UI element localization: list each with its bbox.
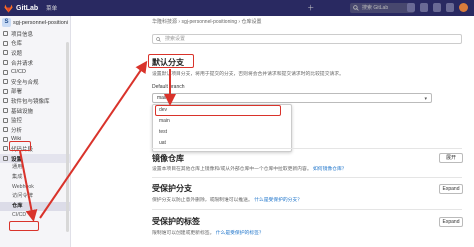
sidebar-item-label: 安全与合规 — [11, 79, 39, 86]
sidebar-item-monitor[interactable]: 监控 — [0, 115, 70, 125]
protected-branches-description: 保护分支以防止意外删除，或限制谁可以推送。 什么是受保护的分支？ — [152, 196, 302, 203]
sidebar-item-label: 议题 — [11, 50, 23, 57]
sidebar-item-infrastructure[interactable]: 基础设施 — [0, 106, 70, 116]
menu-button[interactable]: 菜单 — [46, 4, 57, 12]
branch-option-main[interactable]: main — [153, 116, 291, 127]
protected-tags-expand-button[interactable]: Expand — [439, 217, 463, 227]
help-icon[interactable] — [446, 3, 454, 12]
gitlab-logo[interactable]: GitLab — [4, 3, 39, 13]
sidebar-item-label: 项目信息 — [11, 31, 34, 38]
search-icon — [353, 5, 359, 11]
default-branch-select[interactable]: main ▾ — [152, 93, 432, 103]
sidebar-item-label: 软件包与镜像库 — [11, 98, 50, 105]
default-branch-title: 默认分支 — [152, 58, 184, 67]
merge-requests-icon[interactable] — [420, 3, 428, 12]
project-name: sgj-personnel-positioni — [13, 19, 68, 26]
sidebar-item-analytics[interactable]: 分析 — [0, 125, 70, 135]
rocket-icon — [3, 69, 8, 75]
issues-icon[interactable] — [407, 3, 415, 12]
section-divider — [152, 209, 462, 210]
default-branch-description: 设置默认项目分支，将用于提交的分支，否则将会合并请求和提交请求时的比较提交请求。 — [152, 72, 344, 77]
highlight-box-repository — [9, 221, 39, 231]
protected-branches-expand-button[interactable]: Expand — [439, 184, 463, 194]
cloud-icon — [3, 108, 8, 114]
sidebar-sub-webhooks[interactable]: Webhook — [0, 183, 70, 193]
plus-icon[interactable]: ＋ — [307, 3, 314, 13]
sidebar-sub-integrations[interactable]: 集成 — [0, 173, 70, 183]
repository-icon — [3, 40, 8, 46]
breadcrumb[interactable]: 华隆科技源 › sgj-personnel-positioning › 仓库设置 — [152, 18, 261, 25]
protected-tags-description-text: 限制谁可以创建或更新标签。 — [152, 231, 215, 236]
brand-name: GitLab — [16, 4, 39, 12]
sidebar-sub-repository[interactable]: 仓库 — [0, 201, 70, 212]
mirror-title: 镜像仓库 — [152, 154, 184, 163]
protected-tags-description: 限制谁可以创建或更新标签。 什么是受保护的标签？ — [152, 229, 264, 236]
sidebar-item-settings[interactable]: 设置 — [0, 153, 70, 164]
user-avatar[interactable] — [459, 3, 468, 12]
sidebar-item-project-info[interactable]: 项目信息 — [0, 29, 70, 39]
sidebar-item-packages[interactable]: 软件包与镜像库 — [0, 96, 70, 106]
protected-tags-title: 受保护的标签 — [152, 217, 200, 226]
sidebar-project-header[interactable]: S sgj-personnel-positioni — [0, 16, 70, 29]
sidebar-item-label: 设置 — [11, 156, 23, 163]
default-branch-label: Default branch — [152, 84, 185, 90]
protected-branches-title: 受保护分支 — [152, 184, 192, 193]
sidebar-item-label: 仓库 — [11, 41, 23, 48]
chart-icon — [3, 127, 8, 133]
sidebar-scrollbar[interactable] — [66, 42, 69, 232]
top-navbar: GitLab 菜单 ＋ 搜索 GitLab — [0, 0, 474, 16]
branch-dropdown-menu: dev main test uat — [152, 104, 292, 152]
merge-request-icon — [3, 60, 8, 66]
sidebar-item-label: CI/CD — [11, 69, 26, 76]
snippet-icon — [3, 146, 8, 152]
branch-option-dev[interactable]: dev — [155, 105, 281, 116]
gear-icon — [3, 156, 8, 162]
sidebar-item-label: 监控 — [11, 118, 23, 125]
project-sidebar: S sgj-personnel-positioni 项目信息 仓库 议题 合并请… — [0, 16, 71, 247]
sidebar-item-deployments[interactable]: 部署 — [0, 87, 70, 97]
protected-tags-help-link[interactable]: 什么是受保护的标签？ — [216, 231, 264, 236]
sidebar-sub-general[interactable]: 通用 — [0, 163, 70, 173]
section-divider — [152, 148, 462, 149]
default-branch-selected: main — [157, 95, 168, 101]
sidebar-item-cicd[interactable]: CI/CD — [0, 67, 70, 77]
mirror-description-text: 设置本项目在其他仓库上镜像和/或从外部仓库中一个仓库中拉取更新内容。 — [152, 167, 312, 172]
sidebar-item-security[interactable]: 安全与合规 — [0, 77, 70, 87]
package-icon — [3, 98, 8, 104]
deployments-icon — [3, 88, 8, 94]
sidebar-item-label: 合并请求 — [11, 60, 34, 67]
book-icon — [3, 136, 8, 142]
sidebar-item-merge-requests[interactable]: 合并请求 — [0, 58, 70, 68]
settings-search-placeholder: 搜索设置 — [165, 36, 186, 42]
protected-branches-description-text: 保护分支以防止意外删除，或限制谁可以推送。 — [152, 198, 253, 203]
gitlab-fox-icon — [4, 3, 13, 13]
global-search-placeholder: 搜索 GitLab — [362, 5, 389, 11]
sidebar-item-issues[interactable]: 议题 — [0, 48, 70, 58]
protected-branches-help-link[interactable]: 什么是受保护的分支？ — [254, 198, 302, 203]
sidebar-item-label: 分析 — [11, 127, 23, 134]
settings-search-input[interactable]: 搜索设置 — [152, 34, 462, 44]
todo-icon[interactable] — [433, 3, 441, 12]
sidebar-item-label: 部署 — [11, 89, 23, 96]
mirror-description: 设置本项目在其他仓库上镜像和/或从外部仓库中一个仓库中拉取更新内容。 如何镜像仓… — [152, 165, 347, 172]
sidebar-sub-access-tokens[interactable]: 访问令牌 — [0, 192, 70, 202]
info-icon — [3, 31, 8, 37]
search-icon — [156, 36, 161, 42]
issues-icon — [3, 50, 8, 56]
branch-option-test[interactable]: test — [153, 127, 291, 138]
sidebar-item-repository[interactable]: 仓库 — [0, 39, 70, 49]
mirror-expand-button[interactable]: 展开 — [439, 153, 463, 163]
global-search-input[interactable]: 搜索 GitLab — [350, 3, 414, 13]
chevron-down-icon: ▾ — [424, 96, 427, 102]
sidebar-item-label: 基础设施 — [11, 108, 34, 115]
sidebar-sub-cicd[interactable]: CI/CD — [0, 211, 70, 221]
highlight-box-settings — [9, 141, 31, 151]
mirror-help-link[interactable]: 如何镜像仓库？ — [313, 167, 347, 172]
shield-icon — [3, 79, 8, 85]
project-avatar: S — [2, 18, 11, 27]
monitor-icon — [3, 117, 8, 123]
section-divider — [152, 177, 462, 178]
